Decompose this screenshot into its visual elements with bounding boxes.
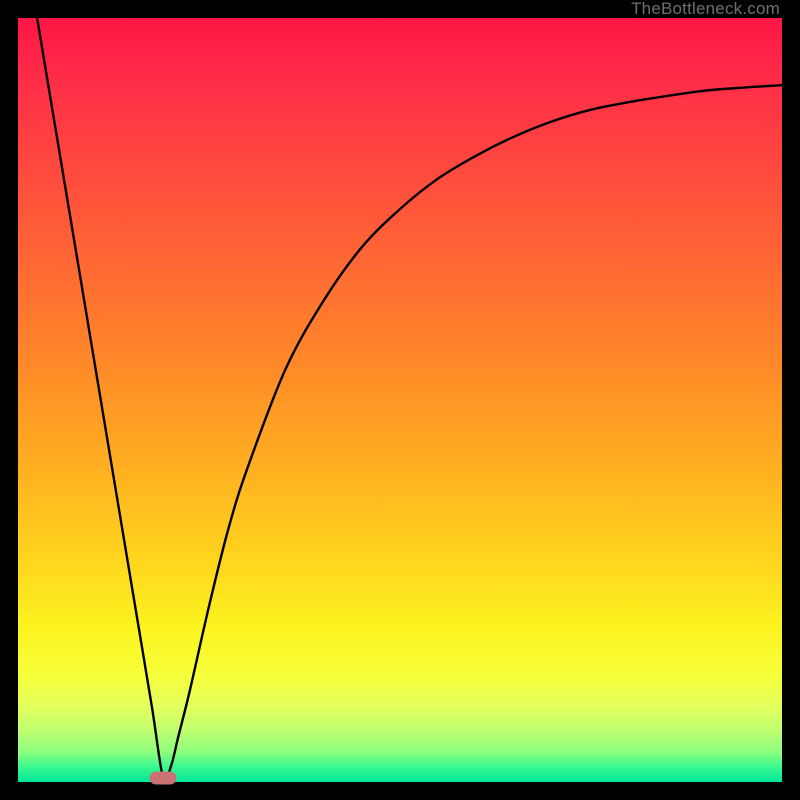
optimum-marker — [150, 772, 177, 785]
chart-frame: TheBottleneck.com — [0, 0, 800, 800]
bottleneck-curve — [18, 18, 782, 782]
attribution-label: TheBottleneck.com — [631, 0, 780, 18]
